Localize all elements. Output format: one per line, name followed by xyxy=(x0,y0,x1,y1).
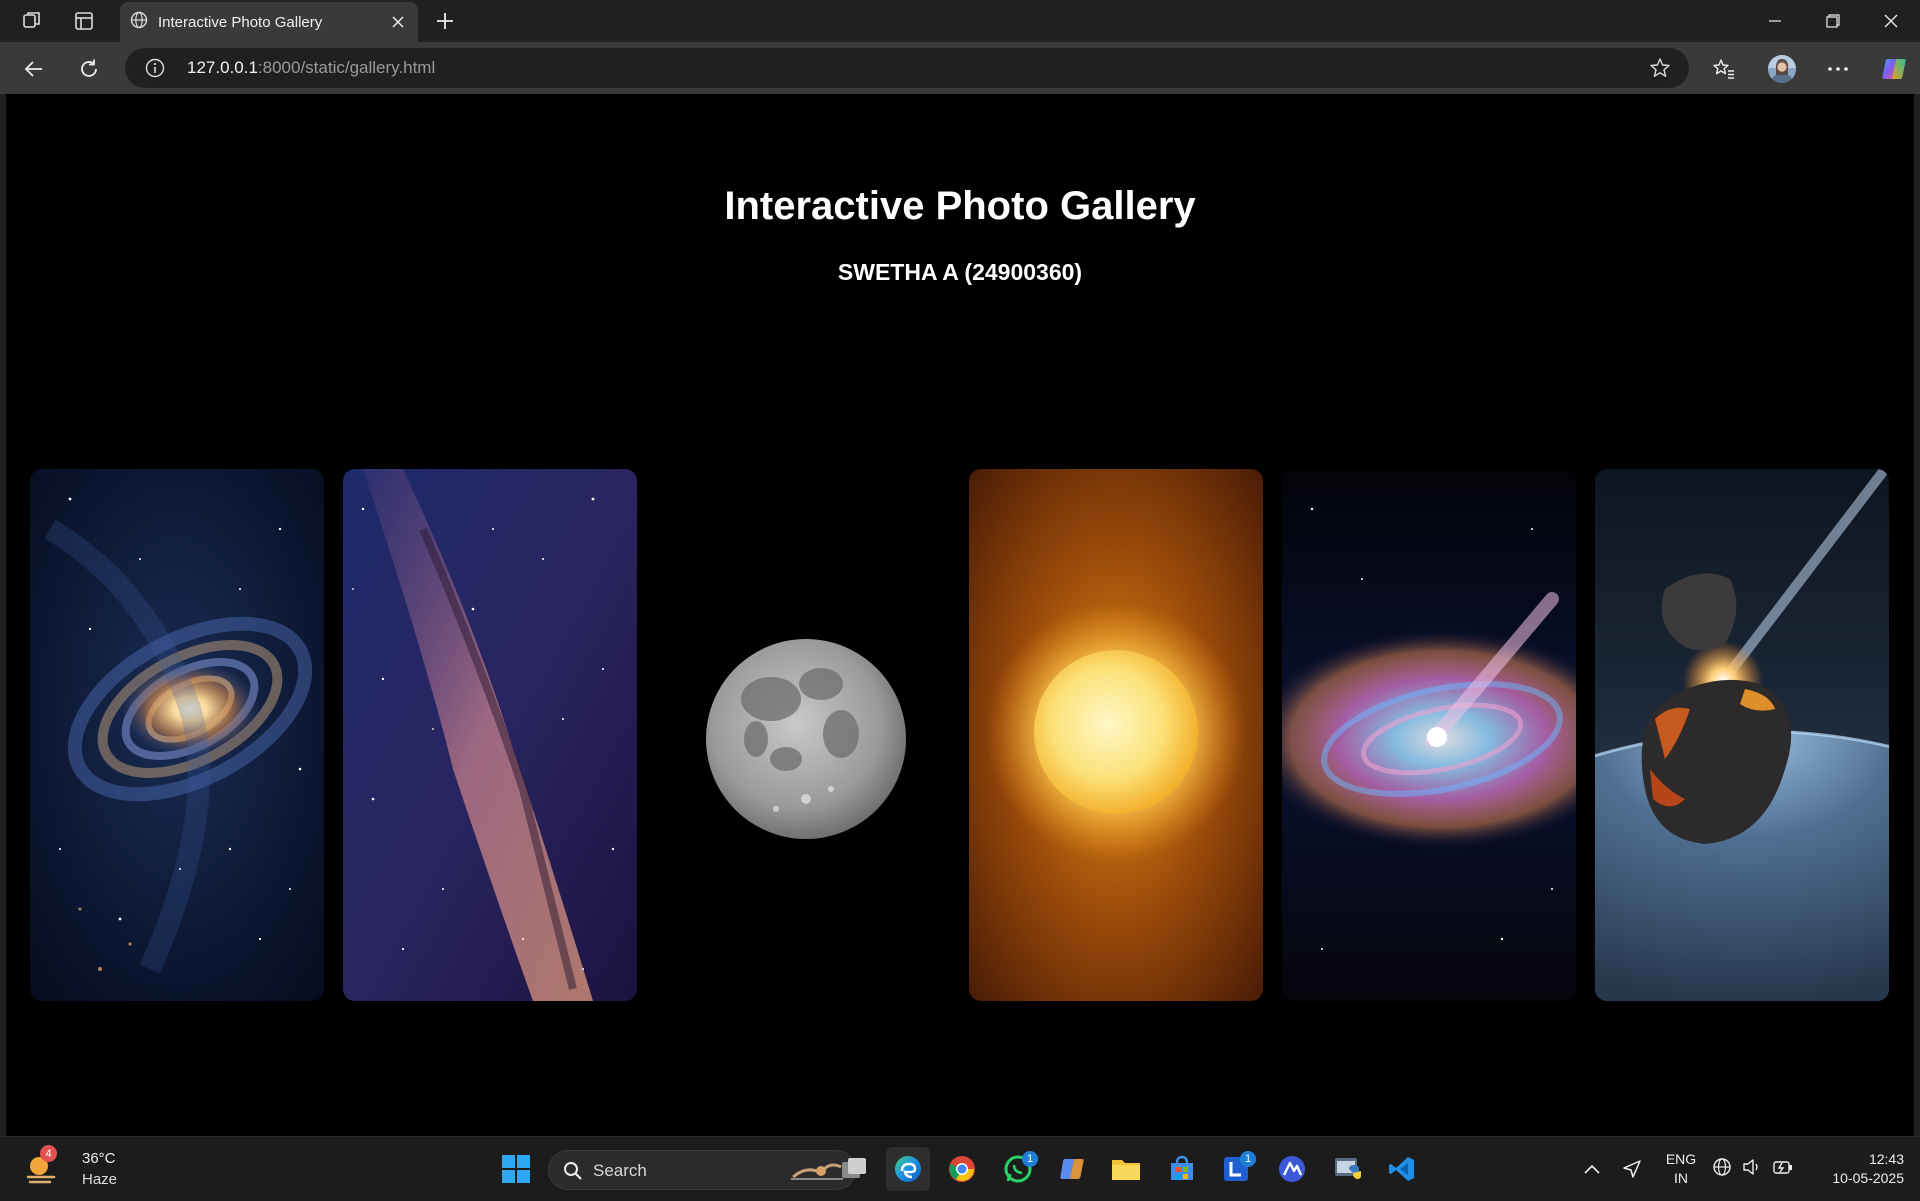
clock[interactable]: 12:43 10-05-2025 xyxy=(1808,1151,1904,1191)
store-taskbar-icon[interactable] xyxy=(1160,1147,1204,1191)
start-button[interactable] xyxy=(494,1147,538,1191)
url-path: :8000/static/gallery.html xyxy=(257,58,436,77)
new-tab-icon[interactable] xyxy=(427,6,463,36)
system-tray-icons[interactable] xyxy=(1712,1157,1796,1181)
asteroid-image[interactable] xyxy=(1595,469,1889,1001)
show-hidden-icons[interactable] xyxy=(1570,1147,1614,1191)
galaxy-comet-image[interactable] xyxy=(1282,469,1576,1001)
active-tab[interactable]: Interactive Photo Gallery xyxy=(120,2,418,42)
back-icon[interactable] xyxy=(16,52,52,86)
sun-image[interactable] xyxy=(969,469,1263,1001)
page-title: Interactive Photo Gallery xyxy=(724,184,1196,228)
clock-time: 12:43 xyxy=(1868,1151,1904,1167)
close-window-icon[interactable] xyxy=(1862,0,1920,42)
tab-title: Interactive Photo Gallery xyxy=(158,13,323,31)
search-icon xyxy=(563,1161,583,1186)
volume-icon xyxy=(1742,1157,1762,1182)
browser-toolbar: 127.0.0.1:8000/static/gallery.html xyxy=(0,42,1920,94)
edge-taskbar-icon[interactable] xyxy=(886,1147,930,1191)
page-subtitle: SWETHA A (24900360) xyxy=(837,259,1083,285)
launcher-taskbar-icon[interactable]: 1 xyxy=(1214,1147,1258,1191)
weather-condition: Haze xyxy=(82,1171,118,1188)
profile-avatar[interactable] xyxy=(1764,52,1800,86)
restore-icon[interactable] xyxy=(1804,0,1862,42)
photo-gallery xyxy=(6,469,1914,1001)
url-host: 127.0.0.1 xyxy=(187,58,258,77)
minimize-icon[interactable] xyxy=(1746,0,1804,42)
address-bar[interactable]: 127.0.0.1:8000/static/gallery.html xyxy=(125,48,1689,88)
file-explorer-taskbar-icon[interactable] xyxy=(1104,1147,1148,1191)
moon-image[interactable] xyxy=(656,469,950,1001)
browser-tab-bar: Interactive Photo Gallery xyxy=(0,0,1920,42)
page-viewport: Interactive Photo Gallery SWETHA A (2490… xyxy=(6,94,1914,1136)
spiral-galaxy-image[interactable] xyxy=(30,469,324,1001)
workspaces-icon[interactable] xyxy=(14,6,50,36)
weather-badge: 4 xyxy=(40,1145,57,1162)
python-taskbar-icon[interactable] xyxy=(1326,1147,1370,1191)
battery-icon xyxy=(1772,1157,1794,1182)
dev-app-taskbar-icon[interactable] xyxy=(1270,1147,1314,1191)
language-code: ENG xyxy=(1665,1151,1697,1167)
whatsapp-badge: 1 xyxy=(1022,1151,1038,1167)
language-region: IN xyxy=(1674,1170,1688,1186)
location-icon[interactable] xyxy=(1610,1147,1654,1191)
copilot-taskbar-icon[interactable] xyxy=(1050,1147,1094,1191)
chrome-taskbar-icon[interactable] xyxy=(940,1147,984,1191)
clock-date: 10-05-2025 xyxy=(1832,1170,1904,1186)
more-options-icon[interactable] xyxy=(1820,52,1856,86)
site-info-icon[interactable] xyxy=(145,58,165,83)
language-indicator[interactable]: ENG IN xyxy=(1660,1151,1702,1191)
whatsapp-taskbar-icon[interactable]: 1 xyxy=(996,1147,1040,1191)
weather-temperature: 36°C xyxy=(82,1150,116,1167)
favorite-star-icon[interactable] xyxy=(1649,57,1671,84)
close-tab-icon[interactable] xyxy=(388,12,408,32)
search-label: Search xyxy=(593,1161,647,1180)
url-text[interactable]: 127.0.0.1:8000/static/gallery.html xyxy=(187,58,435,78)
taskbar: 4 36°C Haze Search 1 1 ENG IN 12:43 10-0… xyxy=(0,1136,1920,1201)
network-icon xyxy=(1712,1157,1732,1182)
favorites-icon[interactable] xyxy=(1706,52,1742,86)
vscode-taskbar-icon[interactable] xyxy=(1380,1147,1424,1191)
reload-icon[interactable] xyxy=(71,52,107,86)
milky-way-image[interactable] xyxy=(343,469,637,1001)
taskbar-search[interactable]: Search xyxy=(548,1150,856,1190)
weather-widget[interactable]: 4 36°C Haze xyxy=(18,1137,138,1201)
globe-icon xyxy=(130,11,148,34)
launcher-badge: 1 xyxy=(1240,1151,1256,1167)
task-view-icon[interactable] xyxy=(832,1147,876,1191)
copilot-icon[interactable] xyxy=(1876,52,1912,86)
vertical-tabs-icon[interactable] xyxy=(66,6,102,36)
